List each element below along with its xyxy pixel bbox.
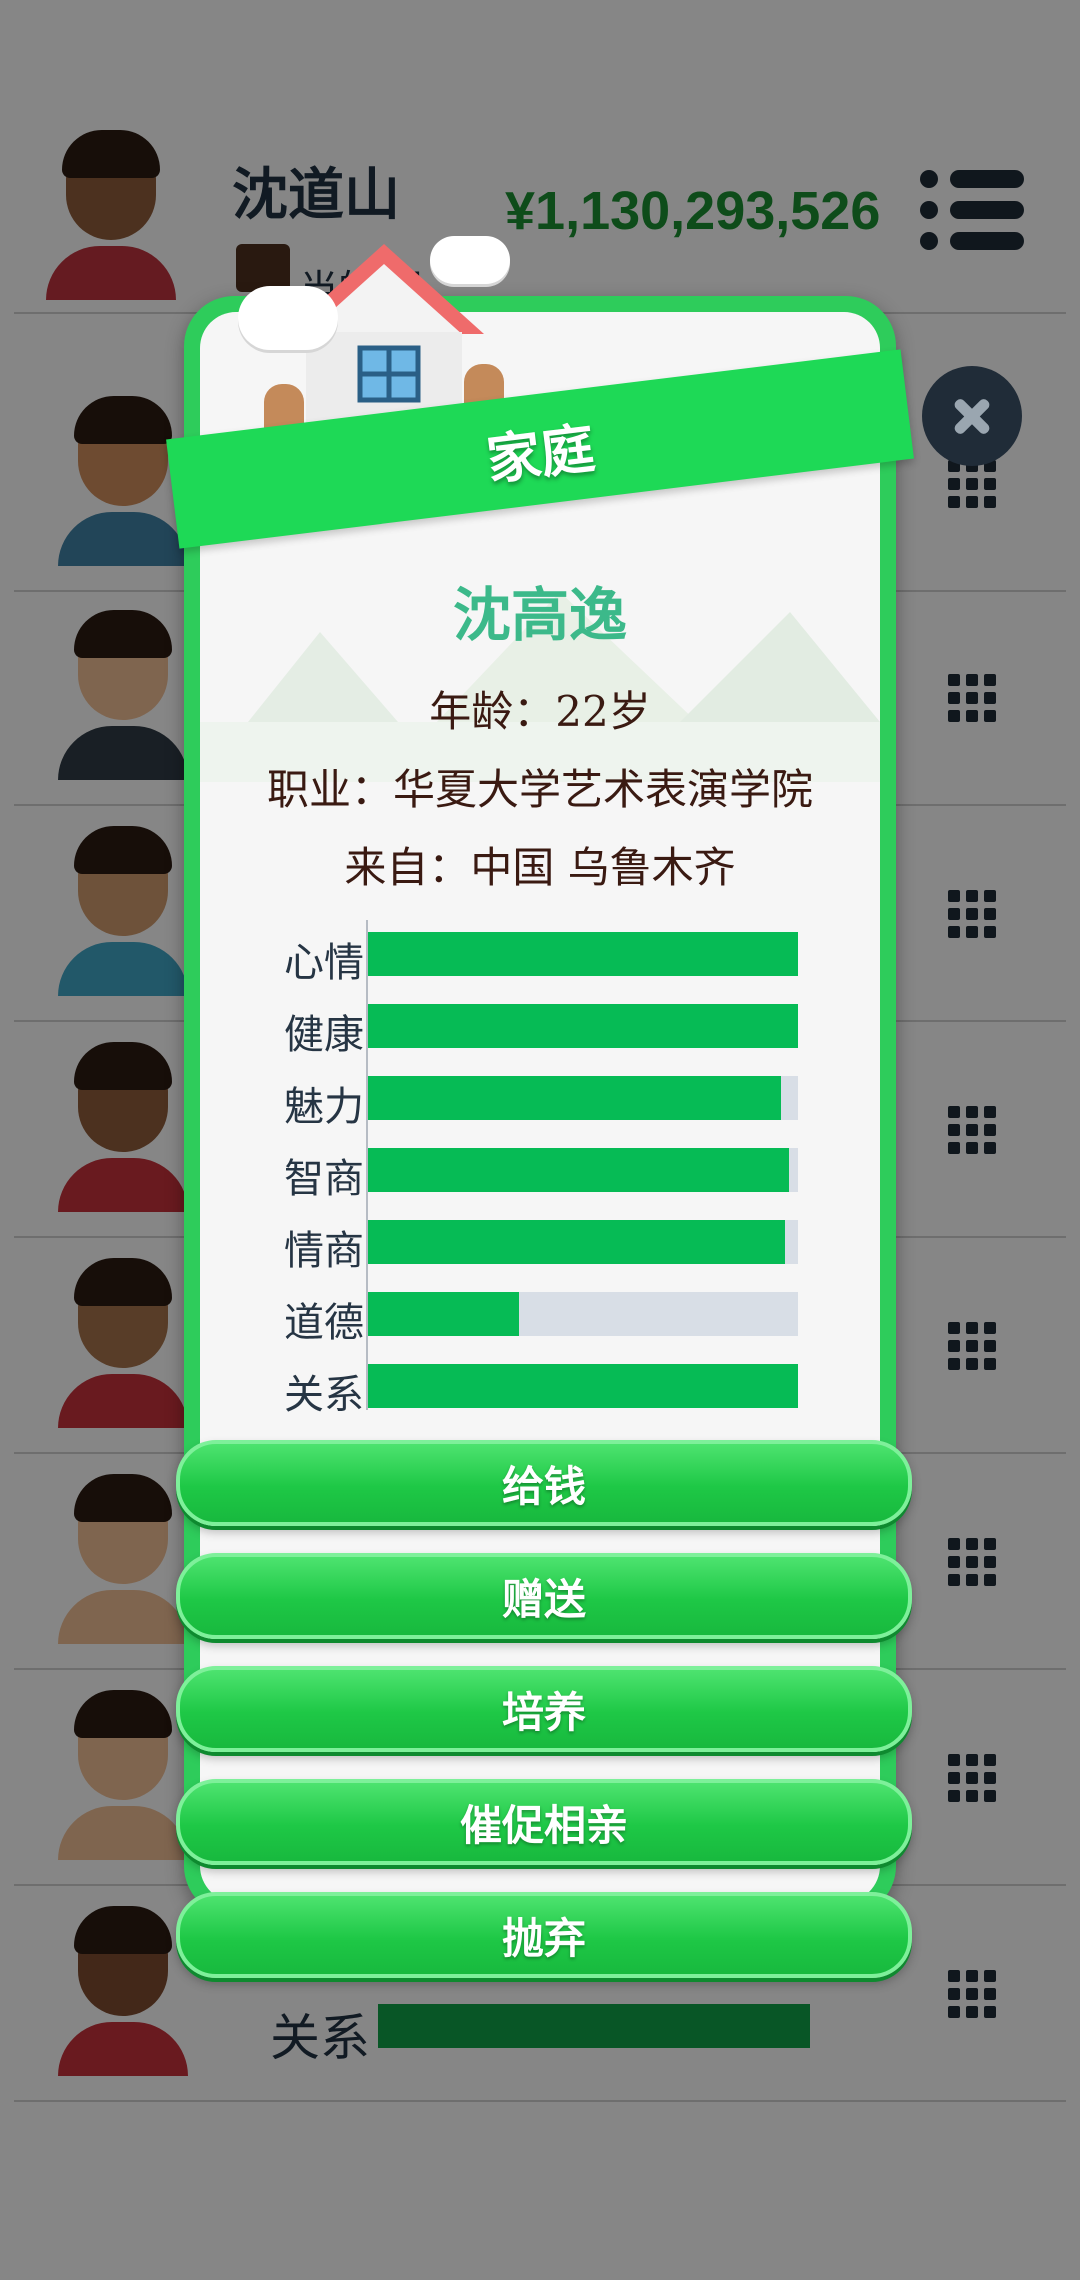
stat-bar	[368, 932, 798, 976]
stat-bar-fill	[368, 1076, 781, 1120]
stat-bar-fill	[368, 932, 798, 976]
job-line: 职业：华夏大学艺术表演学院	[266, 765, 813, 814]
close-button[interactable]	[922, 366, 1022, 466]
stat-bar	[368, 1148, 798, 1192]
stat-bar	[368, 1076, 798, 1120]
stat-bar	[368, 1292, 798, 1336]
stat-bar-fill	[368, 1364, 798, 1408]
stat-bar-fill	[368, 1004, 798, 1048]
stat-bar	[368, 1004, 798, 1048]
stat-label: 心情	[284, 940, 364, 986]
stat-label: 情商	[284, 1228, 364, 1274]
urge-dating-button[interactable]: 催促相亲	[176, 1779, 912, 1865]
stat-label: 健康	[284, 1012, 364, 1058]
stat-bar	[368, 1364, 798, 1408]
stat-label: 关系	[284, 1372, 364, 1418]
origin-line: 来自：中国 乌鲁木齐	[344, 843, 736, 892]
abandon-button[interactable]: 抛弃	[176, 1892, 912, 1978]
stats-axis-line	[366, 920, 368, 1410]
cloud-icon	[238, 286, 338, 350]
stat-bar	[368, 1220, 798, 1264]
stat-bar-fill	[368, 1148, 790, 1192]
cloud-icon	[430, 236, 510, 284]
give-money-button[interactable]: 给钱	[176, 1440, 912, 1526]
stat-label: 智商	[284, 1156, 364, 1202]
character-name: 沈高逸	[452, 581, 627, 649]
stat-label: 道德	[284, 1300, 364, 1346]
stat-bar-fill	[368, 1292, 519, 1336]
age-line: 年龄：22岁	[429, 687, 651, 736]
cultivate-button[interactable]: 培养	[176, 1666, 912, 1752]
gift-button[interactable]: 赠送	[176, 1553, 912, 1639]
stat-label: 魅力	[284, 1084, 364, 1130]
stat-bar-fill	[368, 1220, 786, 1264]
